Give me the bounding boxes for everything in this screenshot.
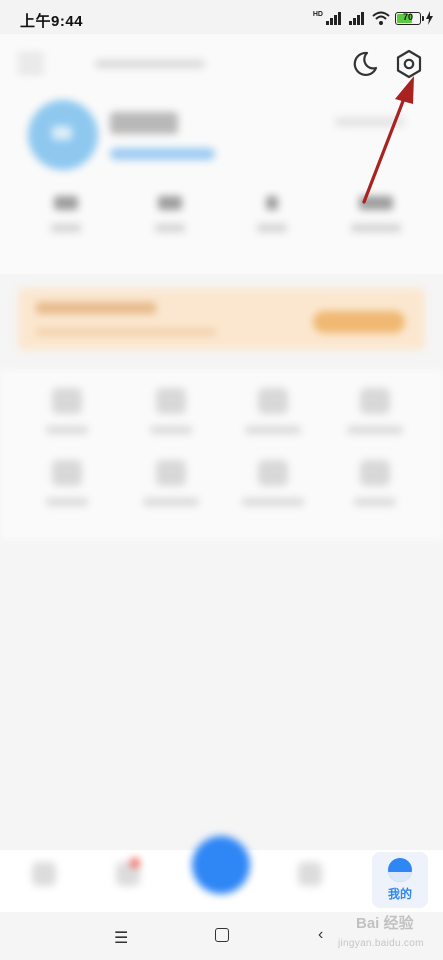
nav-tab-mine-label: 我的 — [387, 887, 412, 901]
battery-level: 70 — [402, 11, 413, 22]
nav-tab-discover[interactable] — [292, 862, 328, 902]
center-action-button[interactable] — [192, 836, 250, 894]
user-name-placeholder — [110, 112, 178, 134]
baidu-watermark: Bai 经验 jingyan.baidu.com — [332, 912, 440, 956]
profile-link-placeholder[interactable] — [335, 118, 405, 126]
charging-icon — [426, 11, 433, 25]
home-button[interactable] — [215, 928, 229, 942]
stat-item[interactable] — [346, 196, 406, 246]
feature-item[interactable] — [340, 460, 410, 520]
stat-item[interactable] — [36, 196, 96, 246]
back-button[interactable]: ‹ — [318, 926, 323, 944]
promo-banner[interactable] — [18, 288, 425, 350]
night-mode-icon[interactable] — [351, 50, 379, 78]
battery-icon: 70 — [395, 11, 424, 25]
status-bar: 上午9:44 HD 70 — [0, 0, 443, 34]
feature-item[interactable] — [136, 388, 206, 448]
feature-item[interactable] — [238, 460, 308, 520]
header-placeholder — [95, 60, 205, 68]
status-icons: HD 70 — [313, 10, 433, 26]
profile-tab-icon — [388, 858, 412, 882]
signal-icon — [326, 12, 341, 25]
feature-item[interactable] — [238, 388, 308, 448]
status-time: 上午9:44 — [20, 13, 84, 30]
nav-tab-messages[interactable] — [110, 858, 146, 902]
user-tag-placeholder — [110, 148, 215, 160]
feature-item[interactable] — [340, 388, 410, 448]
wifi-icon — [372, 11, 390, 25]
watermark-url: jingyan.baidu.com — [338, 938, 424, 949]
stat-item[interactable] — [140, 196, 200, 246]
feature-item[interactable] — [136, 460, 206, 520]
menu-icon[interactable] — [18, 54, 44, 74]
signal-icon-2 — [349, 12, 364, 25]
watermark-brand: Bai 经验 — [356, 915, 414, 932]
feature-item[interactable] — [32, 460, 102, 520]
avatar[interactable] — [28, 100, 98, 170]
feature-item[interactable] — [32, 388, 102, 448]
hd-indicator: HD — [312, 10, 323, 18]
nav-tab-mine[interactable]: 我的 — [372, 852, 428, 908]
stat-item[interactable] — [242, 196, 302, 246]
nav-tab-home[interactable] — [26, 862, 62, 902]
settings-icon[interactable] — [395, 49, 423, 79]
recents-button[interactable]: ☰ — [114, 928, 128, 948]
promo-button[interactable] — [313, 311, 405, 333]
